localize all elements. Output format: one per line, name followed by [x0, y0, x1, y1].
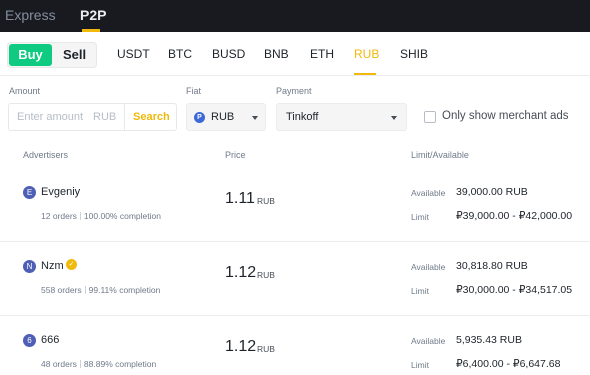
payment-label: Payment — [276, 86, 312, 96]
merchant-only-checkbox[interactable] — [424, 111, 436, 123]
header-price: Price — [225, 150, 246, 160]
payment-value: Tinkoff — [286, 111, 319, 123]
merchant-only-label[interactable]: Only show merchant ads — [442, 110, 569, 122]
advertiser-stats: 12 orders 100.00% completion — [41, 211, 161, 221]
divider — [79, 212, 81, 220]
fiat-select[interactable]: P RUB — [186, 103, 266, 131]
available-value: 5,935.43 RUB — [456, 334, 522, 346]
limit-value: ₽6,400.00 - ₽6,647.68 — [456, 358, 561, 370]
advertiser-name[interactable]: Nzm — [41, 260, 64, 272]
price-currency: RUB — [257, 344, 275, 354]
advertiser-name[interactable]: 666 — [41, 334, 59, 346]
divider — [79, 360, 81, 368]
buy-sell-toggle: Buy Sell — [7, 42, 97, 68]
amount-input[interactable]: Enter amount — [17, 111, 83, 123]
price-currency: RUB — [257, 196, 275, 206]
fiat-label: Fiat — [186, 86, 202, 96]
completion-rate: 100.00% completion — [83, 211, 161, 221]
buy-button[interactable]: Buy — [9, 44, 52, 66]
header-advertisers: Advertisers — [23, 150, 69, 160]
completion-rate: 99.11% completion — [88, 285, 161, 295]
order-count: 558 orders — [41, 285, 82, 295]
tab-p2p[interactable]: P2P — [80, 7, 106, 23]
asset-tab-busd[interactable]: BUSD — [212, 47, 245, 61]
fiat-value: RUB — [211, 111, 235, 123]
limit-value: ₽39,000.00 - ₽42,000.00 — [456, 210, 573, 222]
divider — [124, 104, 125, 130]
order-count: 48 orders — [41, 359, 77, 369]
amount-field[interactable]: Enter amount RUB Search — [8, 103, 177, 131]
advertiser-stats: 48 orders 88.89% completion — [41, 359, 156, 369]
limit-label: Limit — [411, 360, 429, 370]
avatar: 6 — [23, 334, 36, 347]
limit-label: Limit — [411, 212, 429, 222]
amount-label: Amount — [9, 86, 41, 96]
divider — [84, 286, 86, 294]
price-value: 1.11 — [225, 190, 255, 207]
chevron-down-icon — [252, 116, 258, 120]
ruble-icon: P — [194, 112, 205, 123]
available-value: 39,000.00 RUB — [456, 186, 528, 198]
asset-tab-bnb[interactable]: BNB — [264, 47, 289, 61]
top-nav: Express P2P — [0, 0, 590, 32]
available-label: Available — [411, 188, 446, 198]
ad-row: E Evgeniy 12 orders 100.00% completion 1.… — [0, 168, 590, 242]
avatar: N — [23, 260, 36, 273]
available-value: 30,818.80 RUB — [456, 260, 528, 272]
limit-label: Limit — [411, 286, 429, 296]
asset-tab-rub[interactable]: RUB — [354, 47, 379, 61]
price-currency: RUB — [257, 270, 275, 280]
verified-merchant-icon: ✓ — [66, 259, 77, 270]
completion-rate: 88.89% completion — [83, 359, 157, 369]
asset-tab-shib[interactable]: SHIB — [400, 47, 428, 61]
limit-value: ₽30,000.00 - ₽34,517.05 — [456, 284, 573, 296]
active-asset-indicator — [354, 73, 376, 75]
asset-tab-usdt[interactable]: USDT — [117, 47, 150, 61]
available-label: Available — [411, 336, 446, 346]
asset-tab-eth[interactable]: ETH — [310, 47, 334, 61]
amount-unit: RUB — [93, 111, 117, 123]
payment-select[interactable]: Tinkoff — [276, 103, 407, 131]
price-value: 1.12 — [225, 338, 257, 355]
filter-bar: Amount Enter amount RUB Search Fiat P RU… — [0, 76, 590, 136]
price-value: 1.12 — [225, 264, 257, 281]
order-count: 12 orders — [41, 211, 77, 221]
avatar: E — [23, 186, 36, 199]
search-button[interactable]: Search — [133, 111, 170, 123]
tab-express[interactable]: Express — [5, 7, 56, 23]
asset-tab-btc[interactable]: BTC — [168, 47, 192, 61]
ad-row: N Nzm ✓ 558 orders 99.11% completion 1.12… — [0, 242, 590, 316]
sell-button[interactable]: Sell — [53, 44, 96, 66]
asset-bar: Buy Sell USDT BTC BUSD BNB ETH RUB SHIB — [0, 32, 590, 76]
available-label: Available — [411, 262, 446, 272]
advertiser-name[interactable]: Evgeniy — [41, 186, 80, 198]
header-limit: Limit/Available — [411, 150, 469, 160]
chevron-down-icon — [391, 116, 397, 120]
advertiser-stats: 558 orders 99.11% completion — [41, 285, 160, 295]
ad-row: 6 666 48 orders 88.89% completion 1.12 RU… — [0, 316, 590, 375]
